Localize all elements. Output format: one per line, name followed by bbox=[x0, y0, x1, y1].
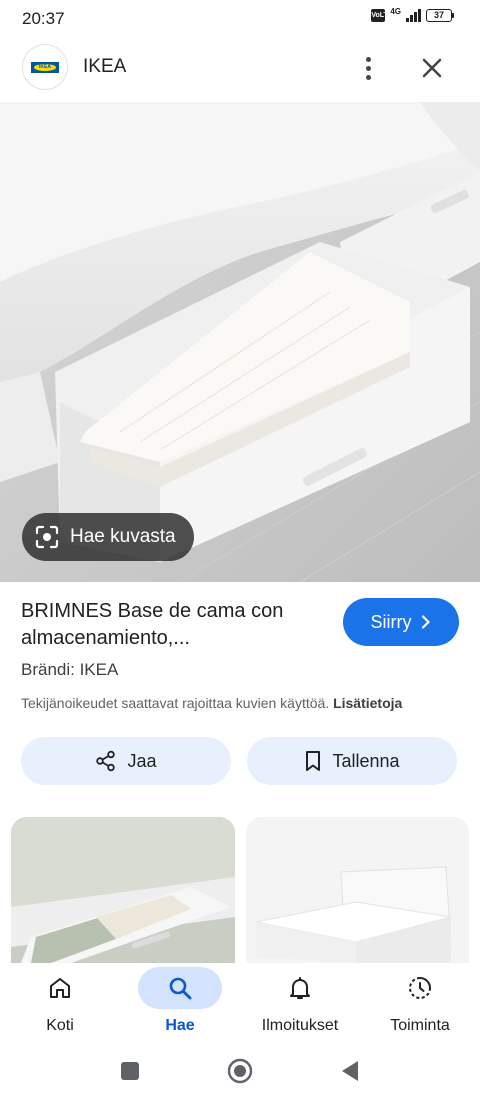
status-icons: VoLTE 4G 37 bbox=[371, 6, 454, 22]
home-icon bbox=[50, 978, 70, 998]
chevron-right-icon bbox=[421, 615, 430, 629]
system-nav-bar bbox=[0, 1043, 480, 1100]
volte-icon: VoLTE bbox=[371, 9, 392, 22]
visit-button[interactable]: Siirry bbox=[343, 598, 459, 646]
nav-search[interactable]: Hae bbox=[125, 967, 235, 1043]
site-logo[interactable]: IKEA bbox=[22, 44, 68, 90]
related-bed-image bbox=[11, 817, 235, 963]
circle-icon bbox=[227, 1058, 253, 1084]
nav-home[interactable]: Koti bbox=[5, 967, 115, 1043]
share-icon bbox=[96, 750, 116, 772]
brand-label: Brändi: IKEA bbox=[21, 660, 119, 679]
back-triangle-icon bbox=[342, 1061, 358, 1081]
close-icon bbox=[422, 58, 442, 78]
related-white-bed-image bbox=[246, 817, 469, 963]
site-name[interactable]: IKEA bbox=[83, 56, 126, 78]
nav-activity[interactable]: Toiminta bbox=[365, 967, 475, 1043]
more-vert-icon bbox=[365, 56, 371, 62]
related-image[interactable] bbox=[11, 817, 235, 963]
lens-icon bbox=[35, 525, 59, 549]
save-label: Tallenna bbox=[332, 750, 400, 771]
nav-search-label: Hae bbox=[165, 1017, 195, 1034]
battery-level: 37 bbox=[426, 9, 452, 22]
image-title[interactable]: BRIMNES Base de cama con almacenamiento,… bbox=[21, 598, 321, 652]
more-options-button[interactable] bbox=[352, 52, 384, 84]
square-icon bbox=[121, 1062, 139, 1080]
bottom-nav: Koti Hae Ilmoitukset Toiminta bbox=[0, 963, 480, 1043]
save-button[interactable]: Tallenna bbox=[247, 737, 457, 785]
status-bar: 20:37 VoLTE 4G 37 bbox=[0, 0, 480, 36]
signal-icon bbox=[406, 9, 421, 22]
search-image-label: Hae kuvasta bbox=[70, 526, 176, 547]
status-time: 20:37 bbox=[22, 9, 65, 28]
bell-icon bbox=[290, 977, 310, 999]
main-image[interactable]: Hae kuvasta bbox=[0, 102, 480, 582]
nav-home-label: Koti bbox=[46, 1017, 74, 1034]
activity-icon bbox=[409, 977, 431, 999]
bed-drawer-image bbox=[0, 102, 480, 582]
viewer-header: IKEA IKEA bbox=[0, 36, 480, 102]
nav-activity-label: Toiminta bbox=[390, 1017, 450, 1034]
copyright-notice: Tekijänoikeudet saattavat rajoittaa kuvi… bbox=[21, 695, 471, 711]
copyright-text: Tekijänoikeudet saattavat rajoittaa kuvi… bbox=[21, 695, 330, 711]
ikea-logo-icon: IKEA bbox=[31, 61, 59, 73]
back-button[interactable] bbox=[336, 1057, 364, 1085]
share-button[interactable]: Jaa bbox=[21, 737, 231, 785]
network-type: 4G bbox=[390, 6, 401, 16]
search-icon bbox=[169, 977, 192, 1000]
nav-notifications[interactable]: Ilmoitukset bbox=[245, 967, 355, 1043]
share-label: Jaa bbox=[127, 750, 157, 771]
related-image[interactable] bbox=[246, 817, 469, 963]
more-info-link[interactable]: Lisätietoja bbox=[333, 695, 402, 711]
home-system-button[interactable] bbox=[226, 1057, 254, 1085]
nav-notifications-label: Ilmoitukset bbox=[261, 1017, 339, 1034]
recents-button[interactable] bbox=[116, 1057, 144, 1085]
close-button[interactable] bbox=[416, 52, 448, 84]
bookmark-icon bbox=[306, 751, 321, 771]
visit-label: Siirry bbox=[370, 611, 412, 632]
battery-icon: 37 bbox=[426, 9, 454, 22]
search-image-button[interactable]: Hae kuvasta bbox=[22, 513, 194, 561]
